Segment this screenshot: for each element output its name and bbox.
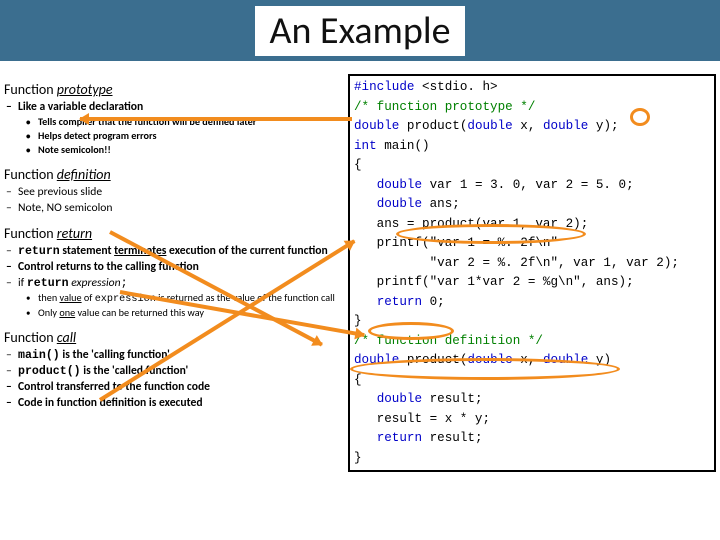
code-token [354,392,377,406]
list-item: if return expression;then value of expre… [18,276,348,319]
circle-call [396,224,586,244]
list-item: Helps detect program errors [38,129,348,142]
code-token: return [377,431,422,445]
circle-return [368,322,454,340]
code-comment: /* function prototype */ [354,100,535,114]
heading-prefix: Function [4,329,57,346]
code-token: double [377,197,422,211]
left-column: Function prototype Like a variable decla… [0,71,348,410]
heading-return: Function return [4,225,348,242]
heading-prefix: Function [4,166,57,183]
code-token: ans; [422,197,460,211]
code-token: result; [422,392,482,406]
code-token: double [377,178,422,192]
code-token: { [354,373,362,387]
code-token: result; [422,431,482,445]
heading-prefix: Function [4,81,57,98]
code-token [354,178,377,192]
code-token: x, [513,119,543,133]
list-item: return statement terminates execution of… [18,244,348,258]
code-token: double [467,119,512,133]
code-token: var 1 = 3. 0, var 2 = 5. 0; [422,178,634,192]
list-return: return statement terminates execution of… [4,244,348,319]
code-token: result = x * y; [354,412,490,426]
heading-definition: Function definition [4,166,348,183]
list-item: Control transferred to the function code [18,380,348,394]
code-token: 0; [422,295,445,309]
code-token: y); [588,119,618,133]
code-token: main() [377,139,430,153]
list-item: Code in function definition is executed [18,396,348,410]
circle-definition [350,358,620,380]
sublist: Tells compiler that the function will be… [18,115,348,156]
code-token [354,197,377,211]
title-band: An Example [0,0,720,61]
heading-prototype: Function prototype [4,81,348,98]
code-token: return [377,295,422,309]
code-token: double [543,119,588,133]
list-item: product() is the 'called function' [18,364,348,378]
code-token: <stdio. h> [414,80,497,94]
slide-title: An Example [255,6,464,56]
heading-term: return [57,225,92,242]
code-token: int [354,139,377,153]
list-definition: See previous slide Note, NO semicolon [4,185,348,215]
code-token: double [377,392,422,406]
code-token: "var 2 = %. 2f\n", var 1, var 2); [354,256,679,270]
arrow-prototype [80,117,352,121]
list-call: main() is the 'calling function'product(… [4,348,348,410]
code-token: double [354,119,399,133]
heading-term: call [57,329,76,346]
code-token [354,431,377,445]
list-item: Only one value can be returned this way [38,306,348,319]
code-token: { [354,158,362,172]
heading-term: definition [57,166,111,183]
list-item: Like a variable declarationTells compile… [18,100,348,156]
list-item: Note, NO semicolon [18,201,348,215]
code-token: printf("var 1*var 2 = %g\n", ans); [354,275,634,289]
code-token: } [354,314,362,328]
code-token: #include [354,80,414,94]
code-token: product( [399,119,467,133]
list-item: See previous slide [18,185,348,199]
heading-term: prototype [57,81,113,98]
code-token [354,295,377,309]
list-prototype: Like a variable declarationTells compile… [4,100,348,156]
list-item: Note semicolon!! [38,143,348,156]
circle-prototype-semicolon [630,108,650,126]
heading-prefix: Function [4,225,57,242]
code-block: #include <stdio. h> /* function prototyp… [348,74,716,472]
code-token: } [354,451,362,465]
